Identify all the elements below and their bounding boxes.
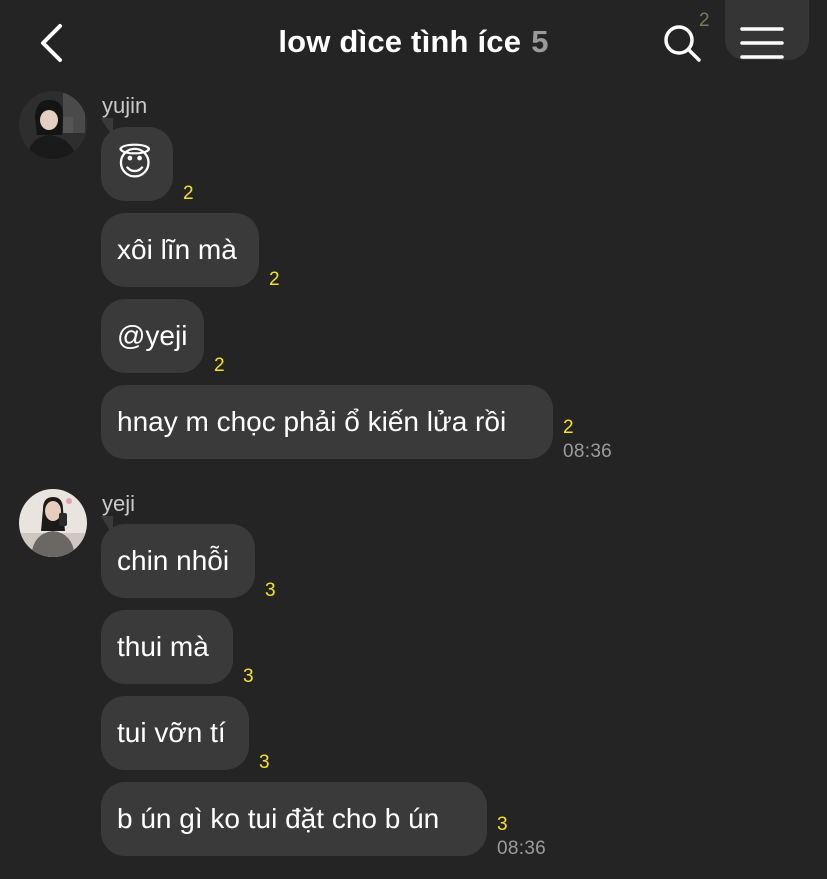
message-bubble[interactable]: @yeji bbox=[101, 299, 204, 373]
message-text: hnay m chọc phải ổ kiến lửa rồi bbox=[117, 406, 507, 437]
message-timestamp: 08:36 bbox=[563, 441, 613, 462]
message-bubble[interactable]: chin nhỗi bbox=[101, 524, 255, 598]
unread-count: 3 bbox=[243, 666, 254, 687]
message-bubble[interactable]: 😇 bbox=[101, 127, 173, 201]
message-text: b ún gì ko tui đặt cho b ún bbox=[117, 803, 440, 834]
unread-count: 2 bbox=[269, 269, 280, 290]
message-bubble[interactable]: hnay m chọc phải ổ kiến lửa rồi bbox=[101, 385, 553, 459]
unread-count: 2 bbox=[214, 355, 225, 376]
unread-count: 3 bbox=[497, 814, 508, 835]
sender-name-yujin: yujin bbox=[102, 93, 148, 118]
message-text: chin nhỗi bbox=[117, 545, 230, 576]
message-text: tui vỡn tí bbox=[117, 717, 226, 748]
message-bubble[interactable]: thui mà bbox=[101, 610, 233, 684]
message-text: xôi lĩn mà bbox=[117, 234, 237, 265]
message-text: 😇 bbox=[117, 145, 153, 183]
sender-name-yeji: yeji bbox=[102, 491, 136, 516]
unread-count: 2 bbox=[563, 417, 574, 438]
unread-count: 3 bbox=[265, 580, 276, 601]
chat-header: 2 low dìce tình íce 5 bbox=[0, 0, 827, 86]
message-timestamp: 08:36 bbox=[497, 838, 547, 859]
avatar-yujin[interactable] bbox=[19, 91, 87, 159]
message-bubble[interactable]: xôi lĩn mà bbox=[101, 213, 259, 287]
message-text: @yeji bbox=[117, 320, 188, 351]
unread-count: 2 bbox=[183, 183, 194, 204]
message-bubble[interactable]: tui vỡn tí bbox=[101, 696, 249, 770]
chat-title-text: low dìce tình íce bbox=[278, 24, 522, 59]
hamburger-menu-icon[interactable] bbox=[740, 26, 784, 60]
avatar-yeji[interactable] bbox=[19, 489, 87, 557]
message-bubble[interactable]: b ún gì ko tui đặt cho b ún bbox=[101, 782, 487, 856]
message-text: thui mà bbox=[117, 631, 209, 662]
search-icon[interactable] bbox=[661, 22, 703, 64]
member-count: 5 bbox=[531, 24, 549, 59]
unread-count: 3 bbox=[259, 752, 270, 773]
